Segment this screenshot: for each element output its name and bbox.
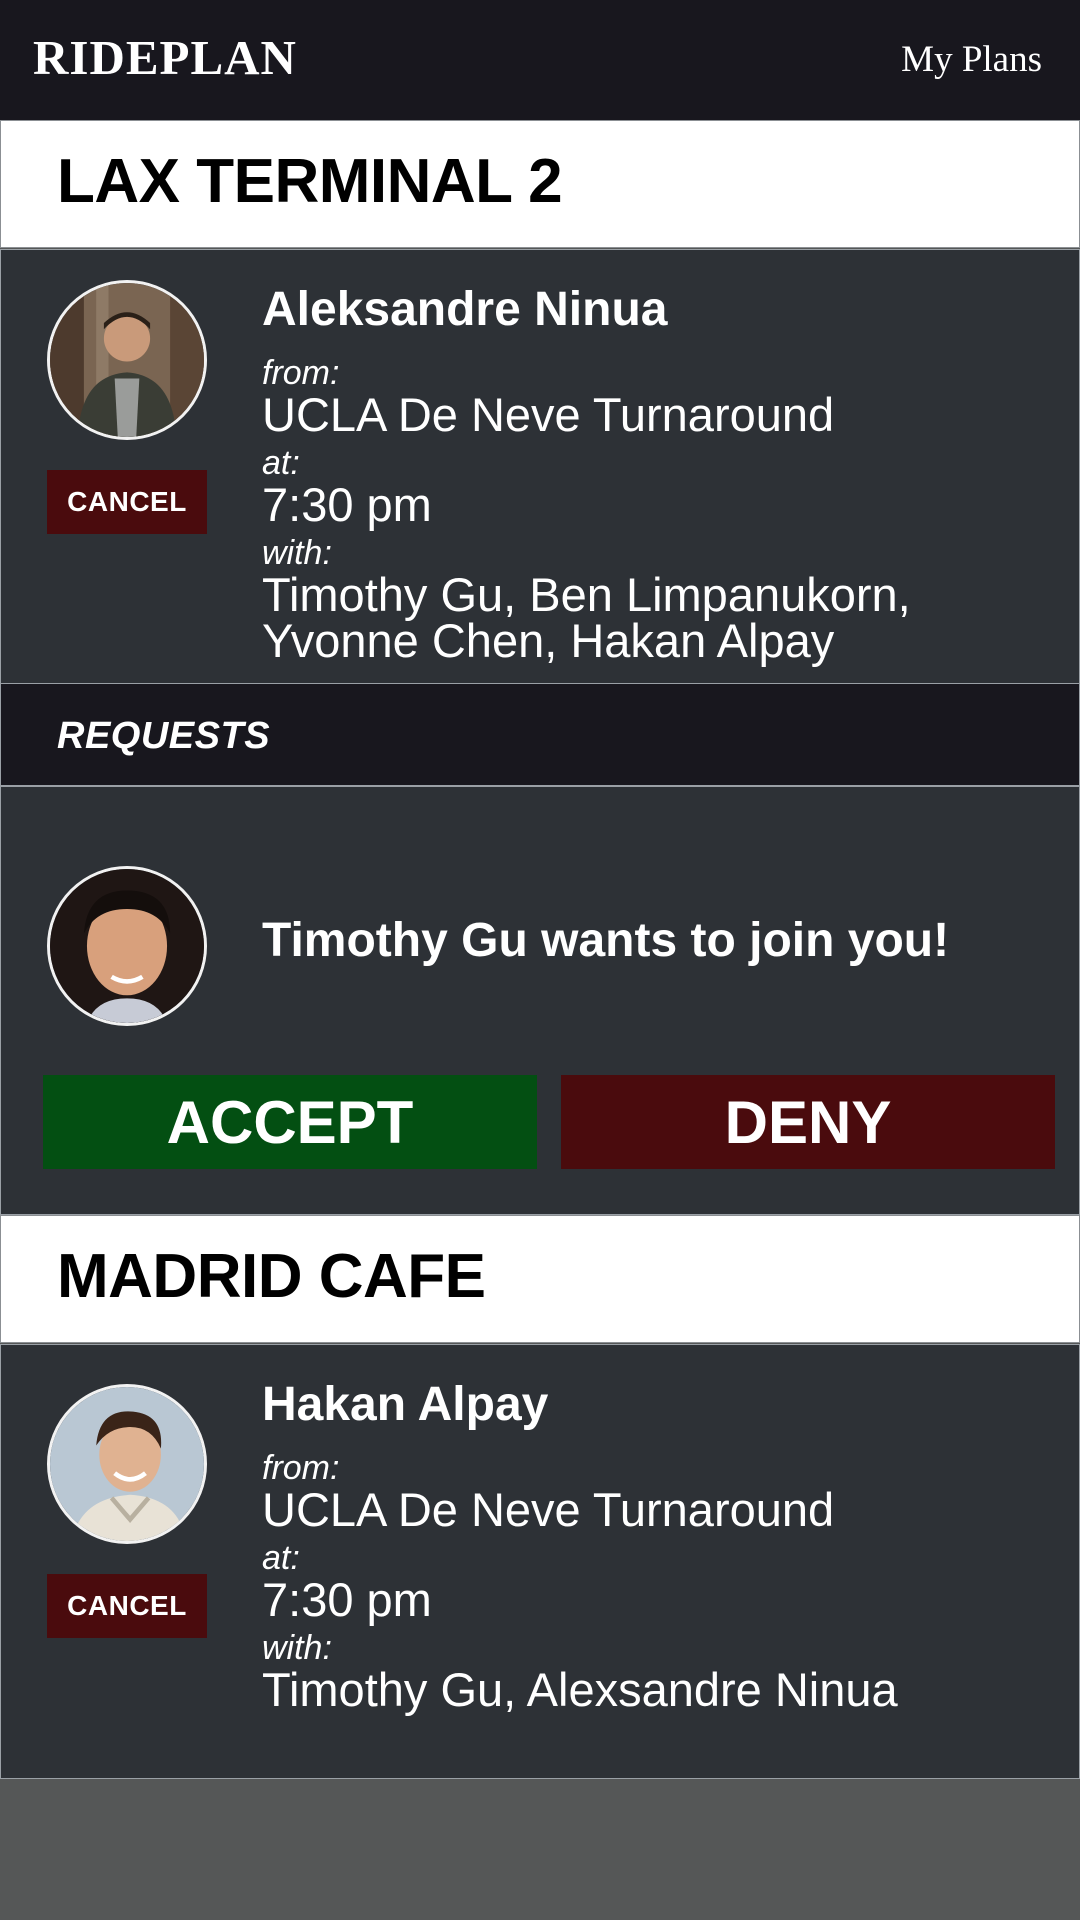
with-label: with:: [262, 1629, 332, 1667]
cancel-button[interactable]: CANCEL: [47, 1574, 207, 1638]
ride-card: CANCEL Hakan Alpay from: UCLA De Neve Tu…: [0, 1344, 1080, 1779]
deny-button[interactable]: DENY: [561, 1075, 1055, 1169]
requester-avatar: [47, 866, 207, 1026]
from-label: from:: [262, 354, 340, 392]
requests-title: REQUESTS: [57, 715, 271, 757]
accept-button[interactable]: ACCEPT: [43, 1075, 537, 1169]
destination-title: MADRID CAFE: [57, 1242, 486, 1311]
navbar: RIDEPLAN My Plans: [0, 0, 1080, 120]
destination-header: LAX TERMINAL 2: [0, 120, 1080, 248]
from-value: UCLA De Neve Turnaround: [262, 1483, 835, 1536]
request-message: Timothy Gu wants to join you!: [262, 914, 950, 967]
ride-card: CANCEL Aleksandre Ninua from: UCLA De Ne…: [0, 249, 1080, 684]
from-value: UCLA De Neve Turnaround: [262, 388, 835, 441]
requests-header: REQUESTS: [0, 683, 1080, 786]
avatar-photo-icon: [50, 869, 204, 1023]
rider-avatar: [47, 280, 207, 440]
with-value: Timothy Gu, Ben Limpanukorn,: [262, 568, 911, 621]
brand-logo[interactable]: RIDEPLAN: [33, 30, 297, 86]
time-value: 7:30 pm: [262, 478, 432, 531]
request-card: Timothy Gu wants to join you! ACCEPT DEN…: [0, 786, 1080, 1215]
avatar-photo-icon: [50, 283, 204, 437]
my-plans-link[interactable]: My Plans: [901, 38, 1042, 82]
with-value: Timothy Gu, Alexsandre Ninua: [262, 1663, 898, 1716]
from-label: from:: [262, 1449, 340, 1487]
destination-header: MADRID CAFE: [0, 1215, 1080, 1343]
with-label: with:: [262, 534, 332, 572]
with-value: Yvonne Chen, Hakan Alpay: [262, 614, 835, 667]
cancel-button[interactable]: CANCEL: [47, 470, 207, 534]
rider-name: Hakan Alpay: [262, 1378, 549, 1431]
avatar-photo-icon: [50, 1387, 204, 1541]
rider-name: Aleksandre Ninua: [262, 283, 668, 336]
at-label: at:: [262, 444, 300, 482]
destination-title: LAX TERMINAL 2: [57, 147, 563, 216]
at-label: at:: [262, 1539, 300, 1577]
rider-avatar: [47, 1384, 207, 1544]
time-value: 7:30 pm: [262, 1573, 432, 1626]
